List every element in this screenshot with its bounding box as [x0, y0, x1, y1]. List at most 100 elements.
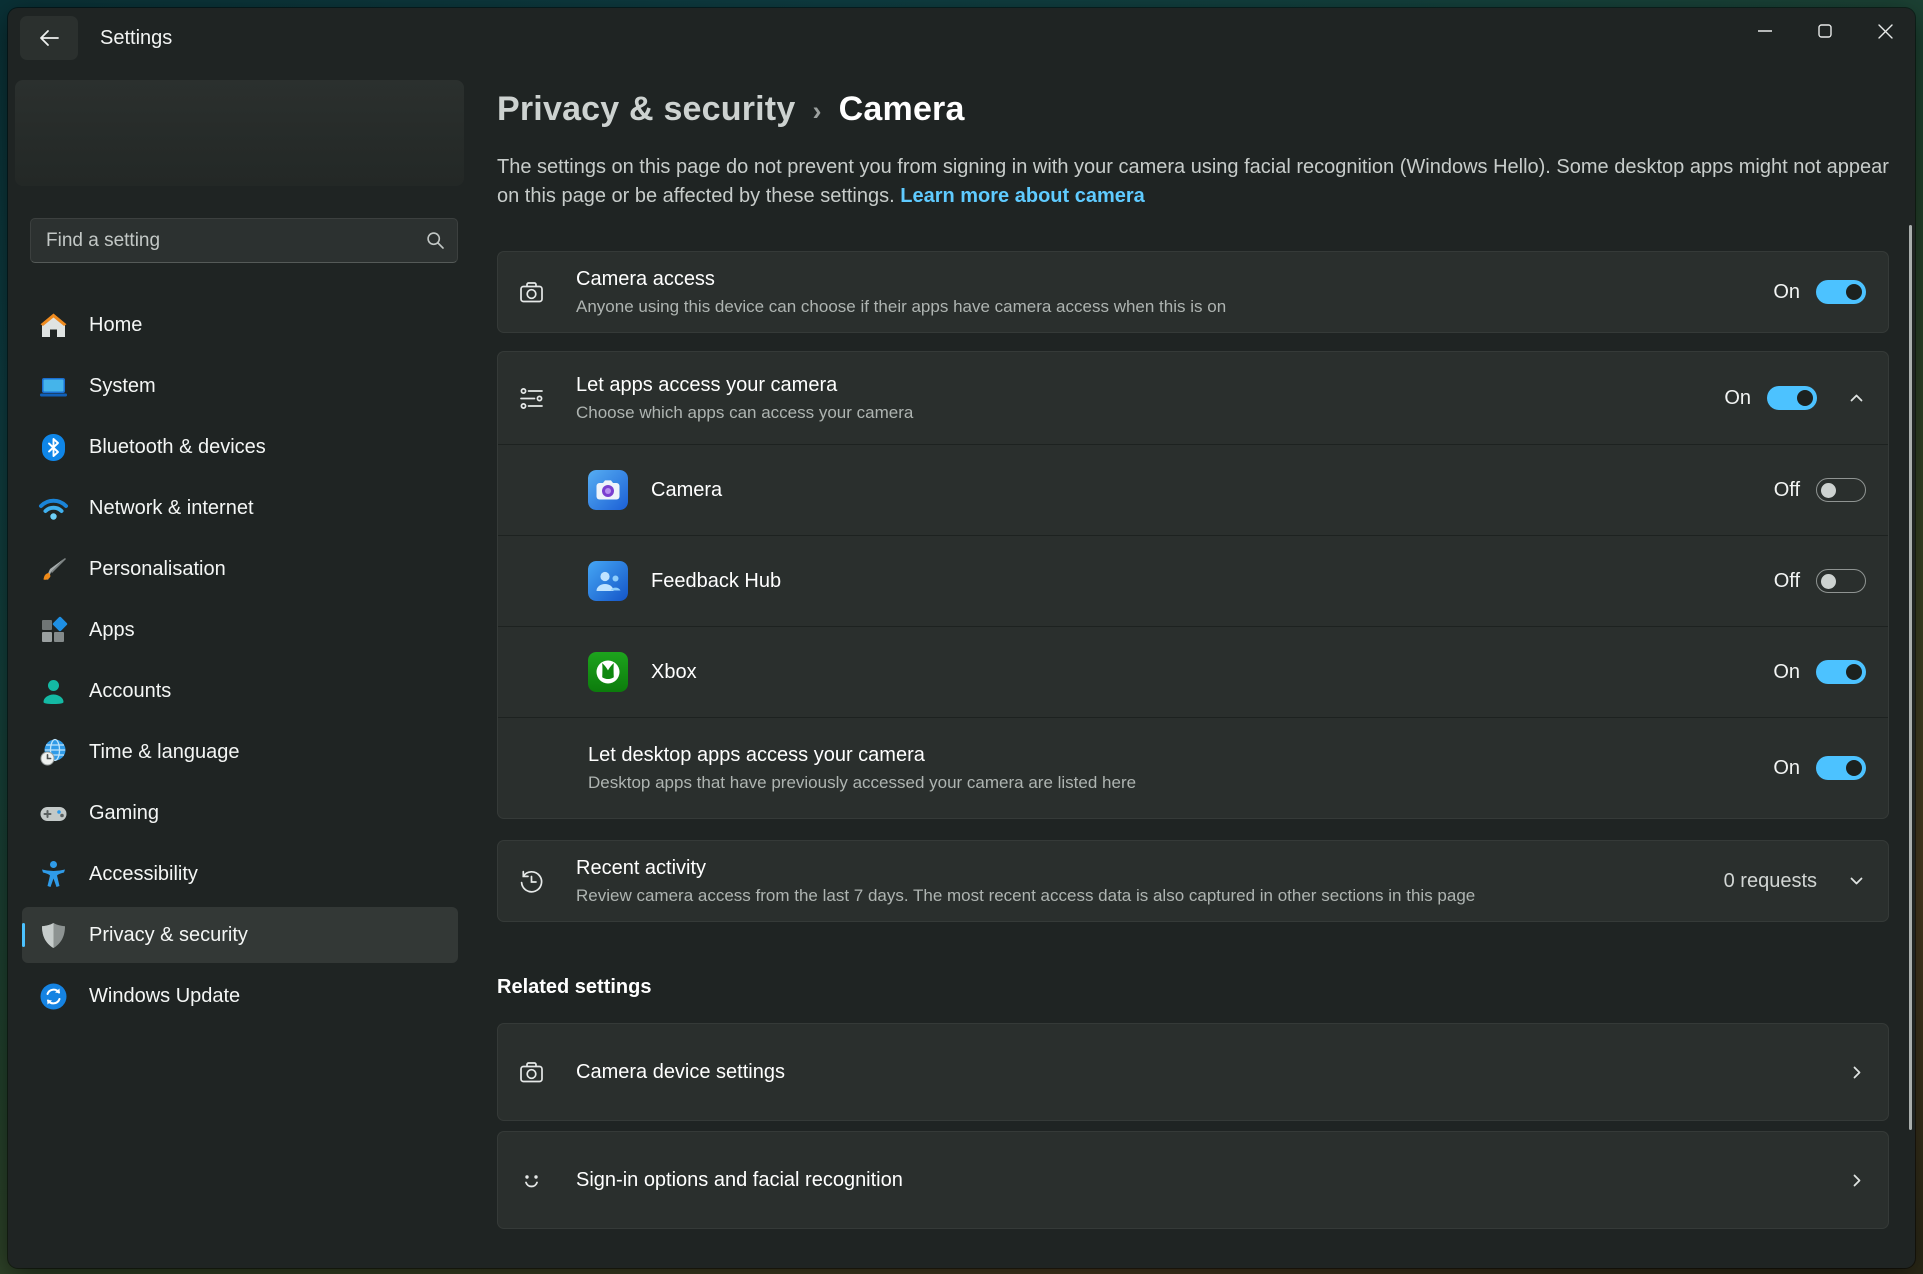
- camera-app-toggle[interactable]: [1816, 478, 1866, 502]
- feedback-hub-icon: [588, 561, 628, 601]
- breadcrumb: Privacy & security › Camera: [497, 90, 1889, 129]
- chevron-up-icon[interactable]: [1847, 389, 1866, 407]
- sidebar-item-label: Network & internet: [89, 497, 254, 520]
- sidebar-item-label: Windows Update: [89, 985, 240, 1008]
- setting-title: Let desktop apps access your camera: [588, 744, 1136, 767]
- setting-description: Desktop apps that have previously access…: [588, 773, 1136, 793]
- setting-title: Let apps access your camera: [576, 374, 913, 397]
- setting-title: Recent activity: [576, 857, 1475, 880]
- sidebar-nav: Home System Bluetooth & devices: [22, 297, 458, 1024]
- sidebar-item-label: Apps: [89, 619, 135, 642]
- sidebar: Home System Bluetooth & devices: [8, 68, 478, 1268]
- window-controls: [1735, 8, 1915, 54]
- desktop-apps-toggle[interactable]: [1816, 756, 1866, 780]
- windows-update-icon: [38, 981, 69, 1012]
- sidebar-item-accessibility[interactable]: Accessibility: [22, 846, 458, 902]
- sidebar-item-label: Personalisation: [89, 558, 226, 581]
- let-apps-toggle[interactable]: [1767, 386, 1817, 410]
- back-arrow-icon: [38, 28, 60, 48]
- apps-icon: [38, 615, 69, 646]
- sidebar-item-windows-update[interactable]: Windows Update: [22, 968, 458, 1024]
- sidebar-item-label: System: [89, 375, 156, 398]
- let-apps-card: Let apps access your camera Choose which…: [497, 351, 1889, 819]
- gaming-icon: [38, 798, 69, 829]
- sidebar-item-home[interactable]: Home: [22, 297, 458, 353]
- learn-more-link[interactable]: Learn more about camera: [900, 185, 1145, 207]
- camera-access-card: Camera access Anyone using this device c…: [497, 251, 1889, 333]
- sidebar-item-apps[interactable]: Apps: [22, 602, 458, 658]
- let-apps-header-row[interactable]: Let apps access your camera Choose which…: [498, 352, 1888, 444]
- privacy-security-icon: [38, 920, 69, 951]
- app-permissions-icon: [518, 385, 576, 412]
- network-icon: [38, 493, 69, 524]
- sidebar-item-label: Home: [89, 314, 142, 337]
- recent-activity-card[interactable]: Recent activity Review camera access fro…: [497, 840, 1889, 922]
- related-settings-header: Related settings: [497, 976, 1889, 999]
- chevron-down-icon[interactable]: [1847, 872, 1866, 890]
- maximize-icon: [1817, 23, 1833, 39]
- back-button[interactable]: [20, 16, 78, 60]
- sidebar-item-gaming[interactable]: Gaming: [22, 785, 458, 841]
- sidebar-item-time-language[interactable]: Time & language: [22, 724, 458, 780]
- app-name: Feedback Hub: [651, 570, 781, 593]
- toggle-state-label: On: [1724, 387, 1751, 410]
- minimize-button[interactable]: [1735, 8, 1795, 54]
- sidebar-item-system[interactable]: System: [22, 358, 458, 414]
- minimize-icon: [1757, 23, 1773, 39]
- page-title: Camera: [839, 90, 965, 129]
- maximize-button[interactable]: [1795, 8, 1855, 54]
- settings-window: Settings: [8, 8, 1915, 1268]
- toggle-state-label: Off: [1774, 570, 1800, 593]
- setting-description: Review camera access from the last 7 day…: [576, 886, 1475, 906]
- system-icon: [38, 371, 69, 402]
- time-language-icon: [38, 737, 69, 768]
- sidebar-item-network[interactable]: Network & internet: [22, 480, 458, 536]
- close-icon: [1877, 23, 1894, 40]
- sidebar-item-label: Time & language: [89, 741, 239, 764]
- breadcrumb-parent[interactable]: Privacy & security: [497, 90, 795, 129]
- home-icon: [38, 310, 69, 341]
- toggle-state-label: Off: [1774, 479, 1800, 502]
- toggle-state-label: On: [1773, 757, 1800, 780]
- sidebar-item-label: Accessibility: [89, 863, 198, 886]
- close-button[interactable]: [1855, 8, 1915, 54]
- accounts-icon: [38, 676, 69, 707]
- vertical-scrollbar[interactable]: [1909, 225, 1912, 1130]
- user-profile-card[interactable]: [15, 80, 464, 186]
- titlebar: Settings: [8, 8, 1915, 68]
- personalisation-icon: [38, 554, 69, 585]
- feedback-hub-toggle[interactable]: [1816, 569, 1866, 593]
- sidebar-item-bluetooth[interactable]: Bluetooth & devices: [22, 419, 458, 475]
- toggle-state-label: On: [1773, 661, 1800, 684]
- camera-access-toggle[interactable]: [1816, 280, 1866, 304]
- window-title: Settings: [100, 27, 172, 50]
- bluetooth-icon: [38, 432, 69, 463]
- setting-description: Anyone using this device can choose if t…: [576, 297, 1226, 317]
- search-input[interactable]: [30, 218, 458, 263]
- app-row-xbox: Xbox On: [498, 627, 1888, 717]
- xbox-toggle[interactable]: [1816, 660, 1866, 684]
- sidebar-item-label: Privacy & security: [89, 924, 248, 947]
- search-icon[interactable]: [425, 230, 445, 250]
- chevron-right-icon: [1848, 1063, 1866, 1082]
- sidebar-item-privacy-security[interactable]: Privacy & security: [22, 907, 458, 963]
- app-name: Xbox: [651, 661, 697, 684]
- camera-device-settings-card[interactable]: Camera device settings: [497, 1023, 1889, 1121]
- sidebar-item-personalisation[interactable]: Personalisation: [22, 541, 458, 597]
- toggle-state-label: On: [1773, 281, 1800, 304]
- sign-in-options-card[interactable]: Sign-in options and facial recognition: [497, 1131, 1889, 1229]
- camera-outline-icon: [518, 1059, 576, 1086]
- related-item-label: Sign-in options and facial recognition: [576, 1169, 903, 1192]
- accessibility-icon: [38, 859, 69, 890]
- page-description: The settings on this page do not prevent…: [497, 153, 1889, 211]
- related-item-label: Camera device settings: [576, 1061, 785, 1084]
- breadcrumb-separator-icon: ›: [812, 96, 821, 127]
- sidebar-item-label: Bluetooth & devices: [89, 436, 266, 459]
- face-icon: [518, 1167, 576, 1194]
- chevron-right-icon: [1848, 1171, 1866, 1190]
- sidebar-item-label: Gaming: [89, 802, 159, 825]
- camera-app-icon: [588, 470, 628, 510]
- app-row-feedback-hub: Feedback Hub Off: [498, 536, 1888, 626]
- sidebar-item-accounts[interactable]: Accounts: [22, 663, 458, 719]
- page-description-text: The settings on this page do not prevent…: [497, 156, 1889, 207]
